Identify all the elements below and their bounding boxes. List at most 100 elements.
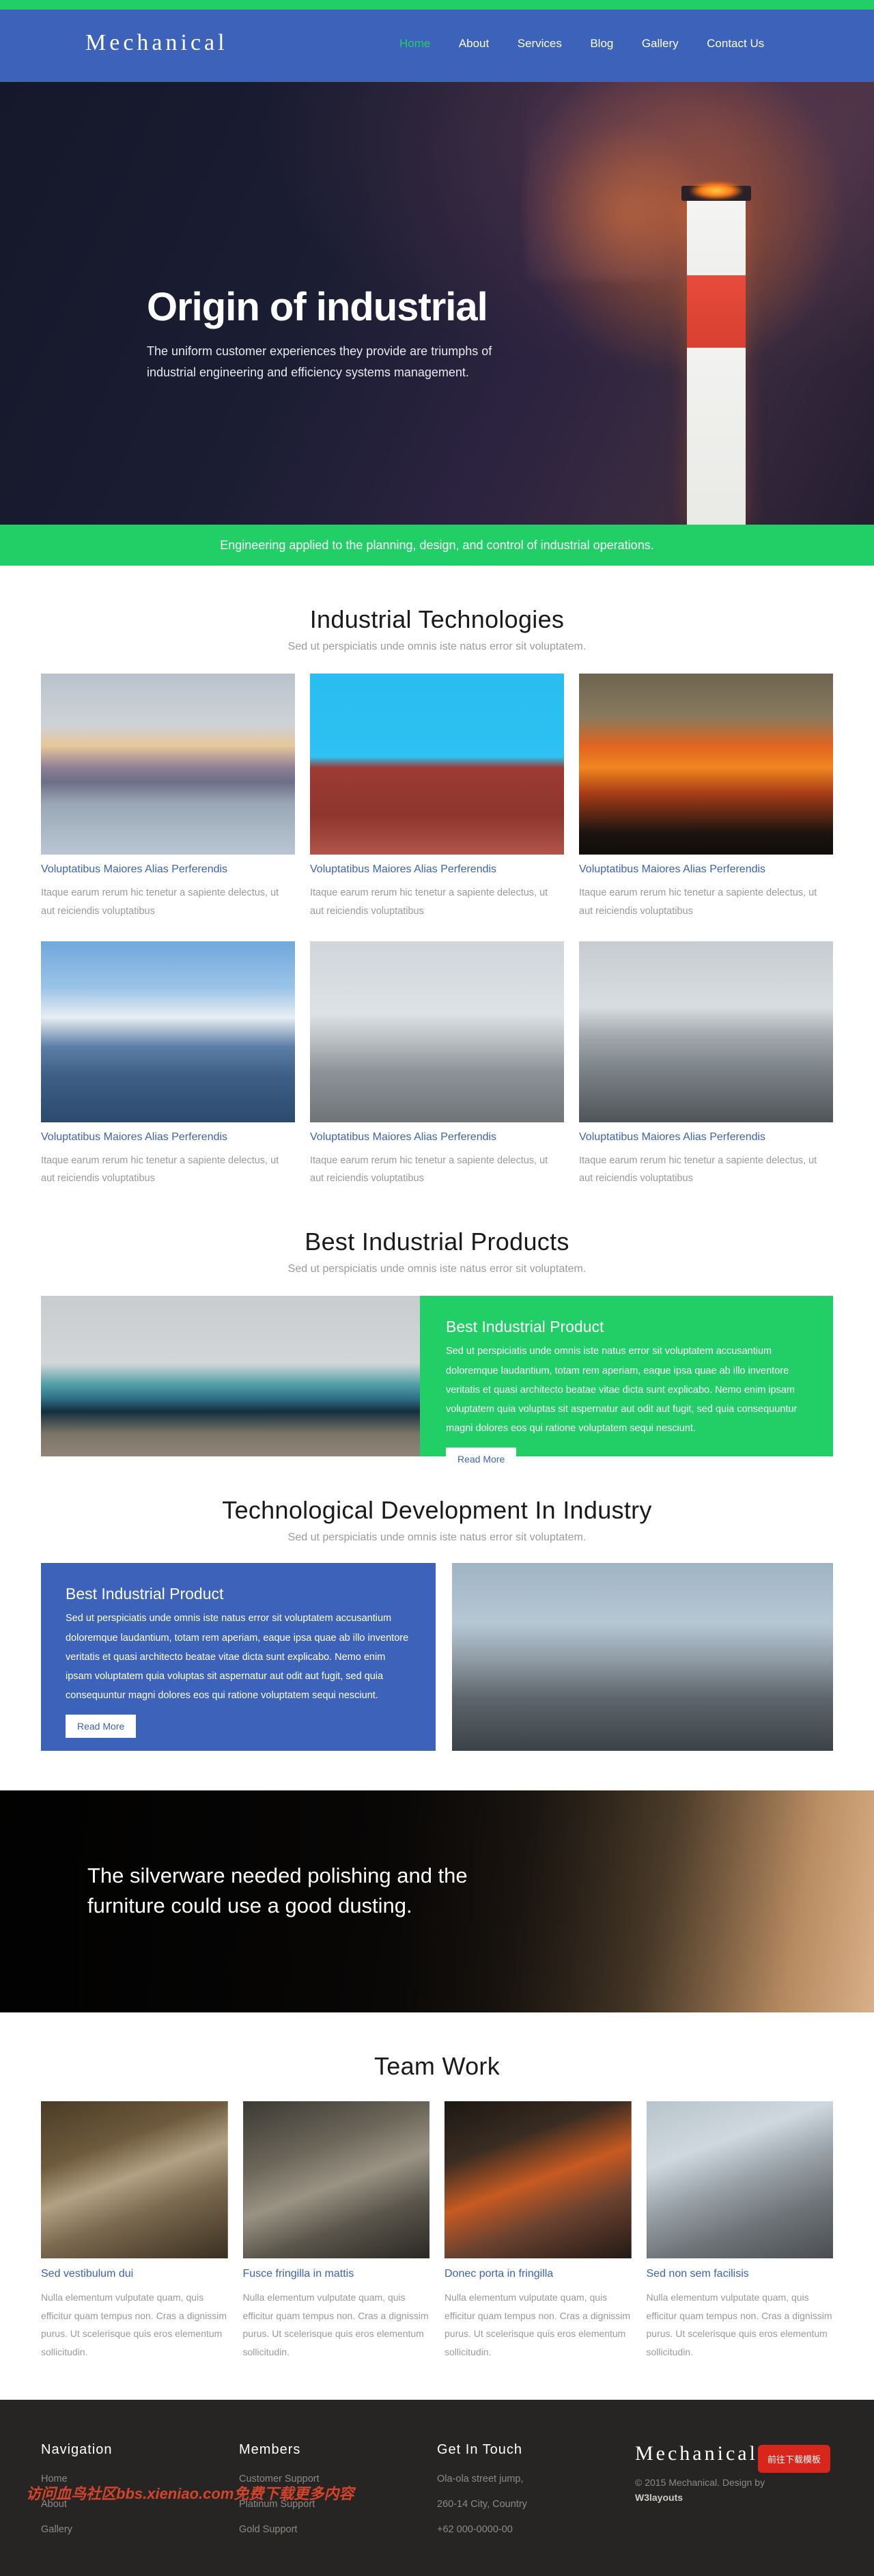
tagline-text: Engineering applied to the planning, des… [220,538,654,552]
hero-chimney-tower [687,197,746,525]
section-title: Best Industrial Products [305,1228,569,1256]
card-text: Itaque earum rerum hic tenetur a sapient… [41,887,279,917]
worker-orange-shirt-photo [445,2101,632,2259]
team-card-text: Nulla elementum vulputate quam, quis eff… [445,2292,631,2358]
footer-column-heading: Members [239,2441,301,2457]
red-refinery-blue-sky-photo [310,674,564,855]
section-title: Industrial Technologies [309,605,565,633]
sunset-power-pylon-photo [579,674,833,855]
main-navigation: Home About Services Blog Gallery Contact… [399,36,809,51]
section-title: Team Work [373,2052,501,2081]
footer-link-gallery[interactable]: Gallery [41,2524,72,2535]
read-more-button[interactable]: Read More [66,1714,137,1738]
technology-card[interactable]: Voluptatibus Maiores Alias Perferendis I… [41,941,295,1189]
technology-card[interactable]: Voluptatibus Maiores Alias Perferendis I… [579,674,833,921]
cooling-towers-blue-photo [41,941,295,1122]
footer-phone-number: +62 000-0000-00 [437,2523,513,2535]
nav-item-about[interactable]: About [459,36,489,51]
footer-link-gold-support[interactable]: Gold Support [239,2524,297,2535]
team-card-title[interactable]: Sed non sem facilisis [647,2268,834,2280]
team-card[interactable]: Sed vestibulum dui Nulla elementum vulpu… [41,2101,228,2361]
footer-brand-column: Mechanical © 2015 Mechanical. Design by … [635,2442,833,2549]
worker-drill-press-photo [242,2101,429,2259]
hero-chimney-glow [690,182,742,199]
nav-item-blog[interactable]: Blog [590,36,613,51]
development-feature-panel: Best Industrial Product Sed ut perspicia… [41,1563,436,1751]
card-text: Itaque earum rerum hic tenetur a sapient… [579,1154,817,1185]
section-subtitle: Sed ut perspiciatis unde omnis iste natu… [287,1263,587,1275]
hero-subtitle: The uniform customer experiences they pr… [147,344,492,380]
industrial-technologies-section: Industrial Technologies Sed ut perspicia… [0,566,874,1188]
site-footer: Navigation Home About Gallery Members Cu… [0,2399,874,2576]
team-work-section: Team Work Sed vestibulum dui Nulla eleme… [0,2012,874,2361]
nav-item-home[interactable]: Home [399,36,430,51]
card-title[interactable]: Voluptatibus Maiores Alias Perferendis [579,863,833,876]
section-subtitle: Sed ut perspiciatis unde omnis iste natu… [287,641,587,652]
card-title[interactable]: Voluptatibus Maiores Alias Perferendis [41,863,295,876]
card-title[interactable]: Voluptatibus Maiores Alias Perferendis [310,1131,564,1144]
panel-body: Sed ut perspiciatis unde omnis iste natu… [66,1613,409,1702]
quote-banner: The silverware needed polishing and the … [0,1790,874,2013]
download-template-badge[interactable]: 前往下载模板 [757,2444,830,2473]
card-title[interactable]: Voluptatibus Maiores Alias Perferendis [41,1131,295,1144]
site-watermark: 访问血鸟社区bbs.xieniao.com免费下载更多内容 [26,2484,354,2502]
panel-heading: Best Industrial Product [446,1318,604,1336]
locomotive-on-rails-photo [41,1296,420,1457]
panel-body: Sed ut perspiciatis unde omnis iste natu… [446,1346,798,1435]
panel-heading: Best Industrial Product [66,1585,224,1603]
quote-text: The silverware needed polishing and the … [87,1864,468,1918]
product-feature-row: Best Industrial Product Sed ut perspicia… [41,1296,833,1471]
team-card-grid: Sed vestibulum dui Nulla elementum vulpu… [41,2101,833,2361]
card-text: Itaque earum rerum hic tenetur a sapient… [310,887,548,917]
worker-solar-panel-photo [646,2101,833,2259]
read-more-button[interactable]: Read More [446,1447,517,1471]
technology-card[interactable]: Voluptatibus Maiores Alias Perferendis I… [41,674,295,921]
footer-address-line-2: 260-14 City, Country [437,2498,527,2510]
card-title[interactable]: Voluptatibus Maiores Alias Perferendis [310,863,564,876]
site-header: Mechanical Home About Services Blog Gall… [0,10,874,82]
team-card[interactable]: Donec porta in fringilla Nulla elementum… [445,2101,632,2361]
footer-contact-column: Get In Touch Ola-ola street jump, 260-14… [437,2442,635,2549]
refinery-cranes-photo [452,1563,833,1751]
worker-grinder-sparks-photo [41,2101,228,2259]
team-card[interactable]: Fusce fringilla in mattis Nulla elementu… [242,2101,430,2361]
footer-copyright: © 2015 Mechanical. Design by [635,2476,765,2488]
team-card-title[interactable]: Sed vestibulum dui [41,2268,228,2280]
technological-development-section: Technological Development In Industry Se… [0,1456,874,1751]
card-text: Itaque earum rerum hic tenetur a sapient… [310,1154,548,1185]
hero-banner: Origin of industrial The uniform custome… [0,82,874,525]
card-text: Itaque earum rerum hic tenetur a sapient… [41,1154,279,1185]
tagline-banner: Engineering applied to the planning, des… [0,525,874,566]
team-card-title[interactable]: Fusce fringilla in mattis [243,2268,430,2280]
nav-item-contact-us[interactable]: Contact Us [707,36,764,51]
footer-column-heading: Get In Touch [437,2441,523,2457]
team-card-text: Nulla elementum vulputate quam, quis eff… [41,2292,227,2358]
product-feature-panel: Best Industrial Product Sed ut perspicia… [420,1296,833,1471]
section-subtitle: Sed ut perspiciatis unde omnis iste natu… [287,1532,587,1544]
grain-silos-photo [310,941,564,1122]
nav-item-gallery[interactable]: Gallery [642,36,679,51]
card-text: Itaque earum rerum hic tenetur a sapient… [579,887,817,917]
power-plant-bw-photo [579,941,833,1122]
footer-column-heading: Navigation [41,2441,113,2457]
team-card-text: Nulla elementum vulputate quam, quis eff… [646,2292,832,2358]
industrial-river-smokestacks-photo [41,674,295,855]
best-industrial-products-section: Best Industrial Products Sed ut perspici… [0,1188,874,1471]
section-title: Technological Development In Industry [222,1496,652,1525]
development-feature-row: Best Industrial Product Sed ut perspicia… [41,1563,833,1751]
team-card-title[interactable]: Donec porta in fringilla [445,2268,632,2280]
hero-title: Origin of industrial [147,285,488,329]
technology-card[interactable]: Voluptatibus Maiores Alias Perferendis I… [310,941,564,1189]
team-card[interactable]: Sed non sem facilisis Nulla elementum vu… [646,2101,834,2361]
team-card-text: Nulla elementum vulputate quam, quis eff… [242,2292,429,2358]
technology-card-grid-row-2: Voluptatibus Maiores Alias Perferendis I… [41,941,833,1189]
technology-card[interactable]: Voluptatibus Maiores Alias Perferendis I… [579,941,833,1189]
site-logo[interactable]: Mechanical [85,30,228,56]
nav-item-services[interactable]: Services [518,36,562,51]
top-accent-bar [0,0,874,10]
technology-card[interactable]: Voluptatibus Maiores Alias Perferendis I… [310,674,564,921]
technology-card-grid-row-1: Voluptatibus Maiores Alias Perferendis I… [41,674,833,921]
footer-designer-link[interactable]: W3layouts [635,2492,683,2503]
footer-address-line-1: Ola-ola street jump, [437,2473,524,2484]
card-title[interactable]: Voluptatibus Maiores Alias Perferendis [579,1131,833,1144]
